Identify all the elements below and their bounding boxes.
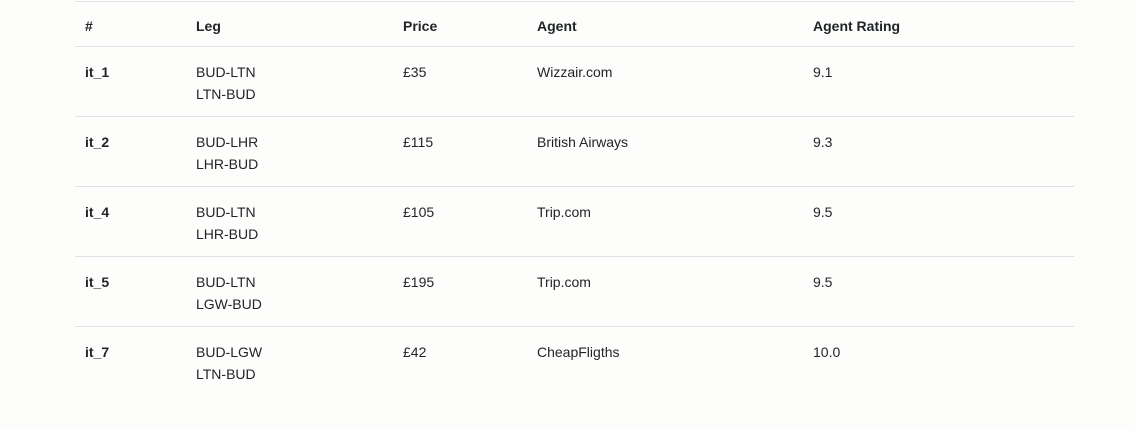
leg-cell: BUD-LHR LHR-BUD	[186, 117, 393, 187]
table-row: it_1 BUD-LTN LTN-BUD £35 Wizzair.com 9.1	[75, 47, 1074, 117]
agent-cell: Wizzair.com	[537, 64, 613, 80]
header-id: #	[85, 18, 93, 34]
outbound-leg: BUD-LTN	[196, 204, 256, 220]
table-row: it_7 BUD-LGW LTN-BUD £42 CheapFligths 10…	[75, 327, 1074, 397]
price-cell: £35	[403, 64, 427, 80]
header-price: Price	[403, 18, 438, 34]
outbound-leg: BUD-LHR	[196, 134, 259, 150]
return-leg: LHR-BUD	[196, 226, 259, 242]
table-body: it_1 BUD-LTN LTN-BUD £35 Wizzair.com 9.1…	[75, 47, 1074, 397]
leg-cell: BUD-LTN LTN-BUD	[186, 47, 393, 117]
agent-rating-cell: 9.5	[813, 274, 833, 290]
agent-rating-cell: 9.1	[813, 64, 833, 80]
outbound-leg: BUD-LTN	[196, 64, 256, 80]
header-agent: Agent	[537, 18, 577, 34]
agent-cell: Trip.com	[537, 204, 591, 220]
agent-cell: CheapFligths	[537, 344, 620, 360]
leg-cell: BUD-LTN LGW-BUD	[186, 257, 393, 327]
price-cell: £42	[403, 344, 427, 360]
itinerary-id: it_1	[85, 64, 110, 80]
price-cell: £195	[403, 274, 435, 290]
price-cell: £105	[403, 204, 435, 220]
return-leg: LHR-BUD	[196, 156, 259, 172]
itineraries-table: # Leg Price Agent Agent Rating it_1 BUD-…	[75, 1, 1074, 396]
agent-cell: British Airways	[537, 134, 629, 150]
itinerary-id: it_7	[85, 344, 110, 360]
outbound-leg: BUD-LGW	[196, 344, 263, 360]
itinerary-id: it_2	[85, 134, 110, 150]
itinerary-id: it_5	[85, 274, 110, 290]
return-leg: LTN-BUD	[196, 366, 256, 382]
header-agent-rating: Agent Rating	[813, 18, 901, 34]
agent-rating-cell: 10.0	[813, 344, 841, 360]
agent-cell: Trip.com	[537, 274, 591, 290]
itinerary-id: it_4	[85, 204, 110, 220]
table-header: # Leg Price Agent Agent Rating	[75, 1, 1074, 47]
header-row: # Leg Price Agent Agent Rating	[75, 1, 1074, 47]
leg-cell: BUD-LTN LHR-BUD	[186, 187, 393, 257]
agent-rating-cell: 9.3	[813, 134, 833, 150]
outbound-leg: BUD-LTN	[196, 274, 256, 290]
header-leg: Leg	[196, 18, 221, 34]
return-leg: LGW-BUD	[196, 296, 262, 312]
table-row: it_4 BUD-LTN LHR-BUD £105 Trip.com 9.5	[75, 187, 1074, 257]
return-leg: LTN-BUD	[196, 86, 256, 102]
leg-cell: BUD-LGW LTN-BUD	[186, 327, 393, 397]
page: # Leg Price Agent Agent Rating it_1 BUD-…	[0, 0, 1135, 430]
table-row: it_2 BUD-LHR LHR-BUD £115 British Airway…	[75, 117, 1074, 187]
price-cell: £115	[403, 134, 434, 150]
agent-rating-cell: 9.5	[813, 204, 833, 220]
table-row: it_5 BUD-LTN LGW-BUD £195 Trip.com 9.5	[75, 257, 1074, 327]
